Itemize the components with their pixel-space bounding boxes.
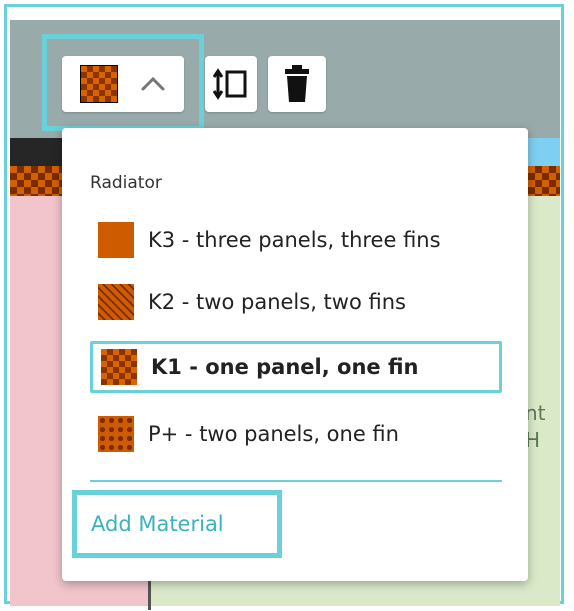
material-option-k3[interactable]: K3 - three panels, three fins: [90, 214, 502, 266]
solid-swatch-icon: [98, 222, 134, 258]
material-option-label: K2 - two panels, two fins: [148, 290, 406, 314]
checker-swatch-icon: [101, 349, 137, 385]
material-option-k2[interactable]: K2 - two panels, two fins: [90, 276, 502, 328]
material-option-label: P+ - two panels, one fin: [148, 422, 399, 446]
trash-icon: [284, 65, 310, 103]
material-option-k1[interactable]: K1 - one panel, one fin: [90, 341, 502, 393]
canvas-room-label: nt H: [525, 401, 546, 452]
vertical-resize-icon: [213, 66, 249, 102]
chevron-up-icon: [140, 76, 166, 92]
vertical-resize-button[interactable]: [205, 56, 257, 112]
radiator-pattern-left: [10, 166, 62, 196]
material-option-label: K1 - one panel, one fin: [151, 355, 419, 379]
material-option-label: K3 - three panels, three fins: [148, 228, 441, 252]
material-option-pplus[interactable]: P+ - two panels, one fin: [90, 408, 502, 460]
material-swatch-icon: [80, 65, 118, 103]
striped-swatch-icon: [98, 284, 134, 320]
material-dropdown: Radiator K3 - three panels, three fins K…: [62, 128, 528, 581]
dotted-swatch-icon: [98, 416, 134, 452]
radiator-pattern-right: [528, 166, 560, 196]
menu-divider: [90, 480, 502, 482]
add-material-button[interactable]: Add Material: [72, 490, 282, 558]
material-select-button[interactable]: [62, 56, 184, 112]
delete-button[interactable]: [268, 56, 326, 112]
dropdown-heading: Radiator: [90, 173, 162, 193]
